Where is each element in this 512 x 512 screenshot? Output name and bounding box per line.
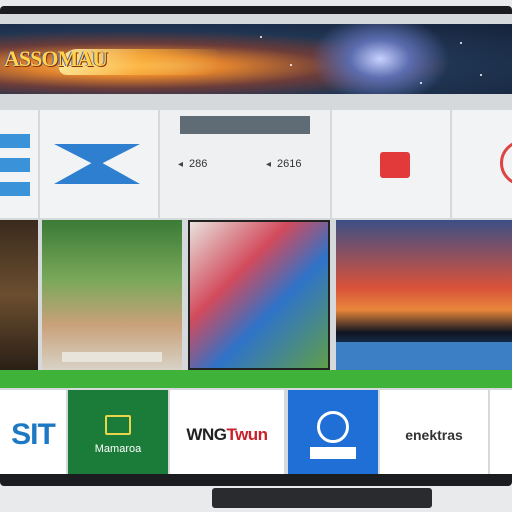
user-label-bar <box>310 447 356 459</box>
tile-mail[interactable] <box>40 110 158 218</box>
menu-bar <box>0 158 30 172</box>
app-tile-2[interactable]: Mamaroa <box>68 390 168 474</box>
signal-icon: ◂ <box>178 158 184 170</box>
star <box>290 64 292 66</box>
stat-left: ◂ 286 <box>178 158 207 170</box>
app-tile-5[interactable]: enektras <box>380 390 488 474</box>
star <box>420 82 422 84</box>
tv-stand <box>212 488 432 508</box>
star <box>260 36 262 38</box>
media-thumb-crowd[interactable] <box>42 220 182 370</box>
top-tile-row: ◂ 286 ◂ 2616 <box>0 110 512 218</box>
media-thumb-people[interactable] <box>188 220 330 370</box>
media-thumb-partial[interactable] <box>0 220 38 370</box>
menu-bar <box>0 182 30 196</box>
user-icon <box>317 411 349 443</box>
app-label: WNGTwun <box>186 425 268 444</box>
app-tile-partial[interactable] <box>490 390 512 474</box>
app-badge-icon <box>380 152 410 178</box>
stage-graphic <box>62 352 162 362</box>
app-label: SIT <box>11 418 56 451</box>
app-label: enektras <box>405 427 463 443</box>
tile-stats[interactable]: ◂ 286 ◂ 2616 <box>160 110 330 218</box>
banner-logo: ASSOMAU <box>4 46 108 71</box>
app-tile-4[interactable] <box>288 390 378 474</box>
search-bar[interactable] <box>180 116 310 134</box>
app-row: SIT Mamaroa WNGTwun enektras <box>0 376 512 474</box>
stat-left-value: 286 <box>189 158 208 170</box>
chat-icon <box>105 415 131 435</box>
tile-partial-left[interactable] <box>0 110 38 218</box>
ring-icon <box>500 140 512 186</box>
app-tile-3[interactable]: WNGTwun <box>170 390 284 474</box>
nebula-graphic <box>310 24 450 94</box>
media-row <box>0 220 512 370</box>
star <box>460 42 462 44</box>
tile-app-badge[interactable] <box>332 110 450 218</box>
water-graphic <box>336 342 512 370</box>
app-tile-1[interactable]: SIT <box>0 390 66 474</box>
media-thumb-sunset[interactable] <box>336 220 512 370</box>
stat-right-value: 2616 <box>277 158 302 170</box>
stat-right: ◂ 2616 <box>266 158 302 170</box>
signal-icon: ◂ <box>266 158 272 170</box>
envelope-icon <box>54 144 140 184</box>
tv-screen: ASSOMAU ◂ 286 ◂ 2616 SIT Mamaroa WNGTwun… <box>0 14 512 474</box>
tile-partial-right[interactable] <box>452 110 512 218</box>
star <box>480 74 482 76</box>
hero-banner[interactable]: ASSOMAU <box>0 24 512 94</box>
menu-bar <box>0 134 30 148</box>
app-label: Mamaroa <box>94 443 142 455</box>
